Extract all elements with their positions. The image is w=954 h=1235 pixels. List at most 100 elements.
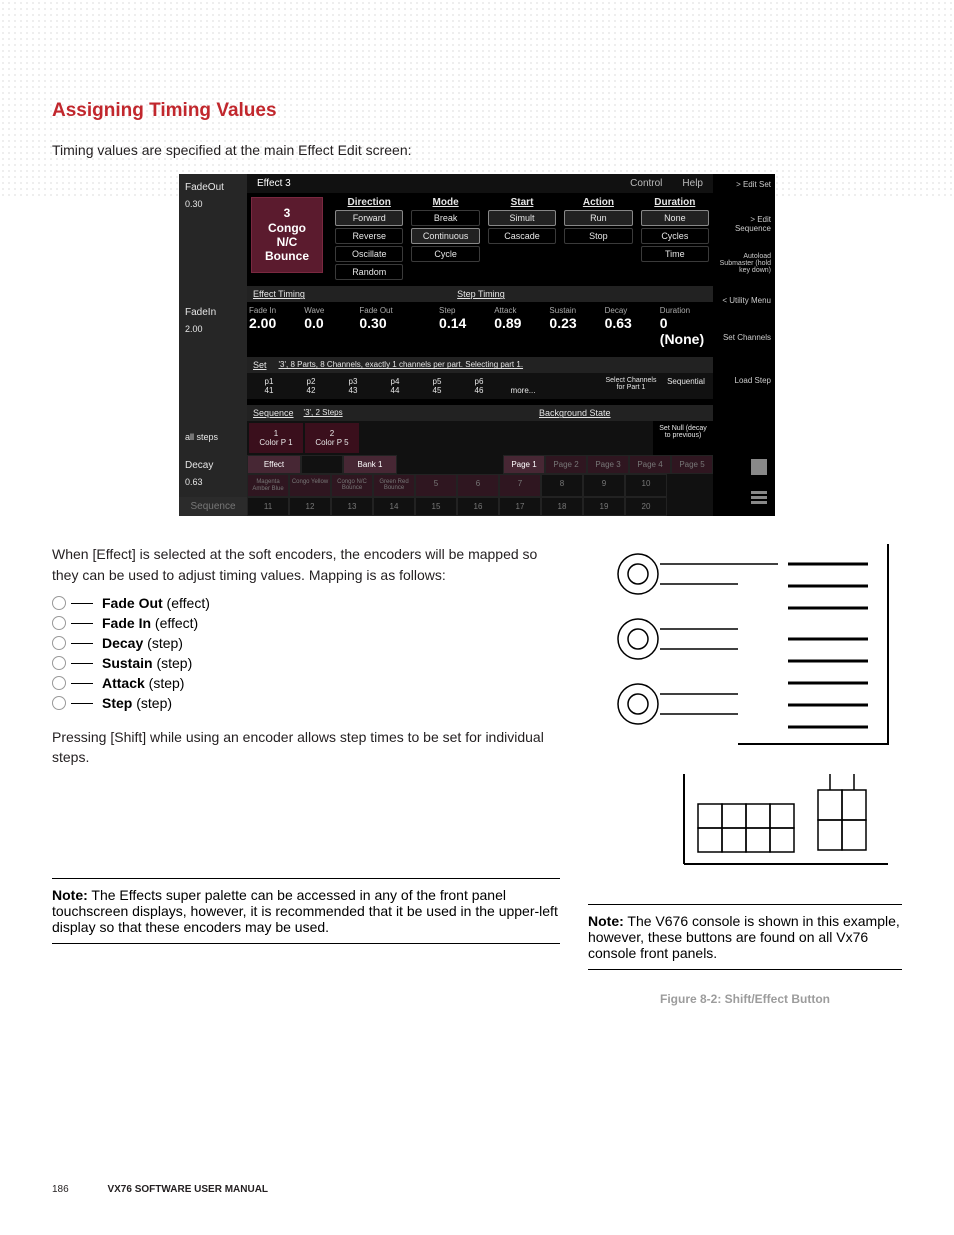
softkey-edit-sequence[interactable]: > Edit Sequence (717, 215, 771, 233)
step-timing-header: Step Timing (451, 286, 713, 302)
opt-cycles[interactable]: Cycles (641, 228, 709, 244)
part-1[interactable]: p141 (249, 375, 289, 397)
page-3[interactable]: Page 3 (587, 455, 629, 474)
menu-help[interactable]: Help (672, 174, 713, 193)
opt-cycle[interactable]: Cycle (411, 246, 479, 262)
note-text: The Effects super palette can be accesse… (52, 887, 558, 935)
bank-slot[interactable]: 15 (415, 497, 457, 516)
softkey-set-channels[interactable]: Set Channels (723, 333, 771, 342)
select-channels-button[interactable]: Select Channels for Part 1 (603, 375, 659, 397)
bank-slot[interactable]: Congo N/C Bounce (331, 474, 373, 497)
enc-scope: (step) (145, 675, 185, 691)
opt-simult[interactable]: Simult (488, 210, 556, 226)
page-4[interactable]: Page 4 (629, 455, 671, 474)
bank-effect[interactable]: Effect (247, 455, 301, 474)
bg-state-header: Background State (533, 405, 713, 421)
bank-slot[interactable]: Congo Yellow (289, 474, 331, 497)
val-num: 0.89 (494, 315, 545, 331)
bank-slot[interactable]: 13 (331, 497, 373, 516)
val-num: 2.00 (249, 315, 300, 331)
page-number: 186 (52, 1184, 69, 1195)
opt-forward[interactable]: Forward (335, 210, 403, 226)
val-num: 0.63 (605, 315, 656, 331)
note-left: Note: The Effects super palette can be a… (52, 878, 560, 944)
part-5[interactable]: p545 (417, 375, 457, 397)
val-label: Fade In (249, 306, 300, 315)
val-label: Duration (660, 306, 711, 315)
bank-slot[interactable]: 14 (373, 497, 415, 516)
sketch-svg (588, 544, 898, 884)
encoder-value: 0.63 (185, 477, 241, 487)
bank-slot[interactable]: 6 (457, 474, 499, 497)
control-row: 3 Congo N/C Bounce Direction Forward Rev… (247, 193, 713, 280)
softkey-strip: > Edit Set > Edit Sequence Autoload Subm… (713, 174, 775, 516)
knob-icon (52, 596, 66, 610)
part-more[interactable]: more... (501, 384, 545, 397)
opt-stop[interactable]: Stop (564, 228, 632, 244)
opt-time[interactable]: Time (641, 246, 709, 262)
softkey-load-step[interactable]: Load Step (735, 376, 771, 385)
bank-slot[interactable]: 11 (247, 497, 289, 516)
col-direction: Direction Forward Reverse Oscillate Rand… (335, 197, 403, 280)
page-2[interactable]: Page 2 (545, 455, 587, 474)
seq-step-1[interactable]: 1Color P 1 (249, 423, 303, 453)
bank-slot[interactable]: 18 (541, 497, 583, 516)
bank-row-2: 11 12 13 14 15 16 17 18 19 20 (247, 497, 713, 516)
list-item: Sustain (step) (52, 655, 560, 671)
part-2[interactable]: p242 (291, 375, 331, 397)
opt-reverse[interactable]: Reverse (335, 228, 403, 244)
bank-slot[interactable]: 19 (583, 497, 625, 516)
bank-slot[interactable]: Green Red Bounce (373, 474, 415, 497)
enc-name: Step (102, 695, 132, 711)
page-heading: Assigning Timing Values (52, 100, 902, 122)
softkey-autoload[interactable]: Autoload Submaster (hold key down) (717, 253, 771, 274)
col-duration: Duration None Cycles Time (641, 197, 709, 280)
effect-tabbar: Effect 3 Control Help (247, 174, 713, 193)
bank-slot[interactable]: 16 (457, 497, 499, 516)
sequence-steps: 1Color P 1 2Color P 5 (247, 421, 653, 455)
opt-cascade[interactable]: Cascade (488, 228, 556, 244)
col-header: Start (488, 197, 556, 208)
opt-run[interactable]: Run (564, 210, 632, 226)
page-1[interactable]: Page 1 (503, 455, 545, 474)
bank-slot[interactable]: 9 (583, 474, 625, 497)
seq-step-2[interactable]: 2Color P 5 (305, 423, 359, 453)
part-4[interactable]: p444 (375, 375, 415, 397)
opt-none[interactable]: None (641, 210, 709, 226)
bank-slot[interactable]: 12 (289, 497, 331, 516)
tab-effect3[interactable]: Effect 3 (247, 174, 301, 193)
opt-continuous[interactable]: Continuous (411, 228, 479, 244)
sequence-tag: Sequence (179, 497, 247, 516)
page-5[interactable]: Page 5 (671, 455, 713, 474)
sequential-button[interactable]: Sequential (661, 375, 711, 397)
bank-slot[interactable]: 8 (541, 474, 583, 497)
badge-line: N/C (252, 235, 322, 249)
bank-slot[interactable]: 7 (499, 474, 541, 497)
val-label: Fade Out (359, 306, 410, 315)
bank-slot[interactable]: 17 (499, 497, 541, 516)
shift-paragraph: Pressing [Shift] while using an encoder … (52, 727, 560, 768)
square-icon (751, 459, 767, 475)
bank-slot[interactable]: 20 (625, 497, 667, 516)
opt-random[interactable]: Random (335, 264, 403, 280)
list-item: Step (step) (52, 695, 560, 711)
encoder-label: all steps (185, 432, 241, 442)
softkey-utility-menu[interactable]: < Utility Menu (722, 296, 771, 305)
note-label: Note: (588, 913, 624, 929)
intro-paragraph: Timing values are specified at the main … (52, 140, 902, 160)
opt-break[interactable]: Break (411, 210, 479, 226)
menu-control[interactable]: Control (620, 174, 672, 193)
bank-slot[interactable]: 10 (625, 474, 667, 497)
seq-title: Sequence (253, 408, 294, 418)
softkey-edit-set[interactable]: > Edit Set (736, 180, 771, 189)
part-3[interactable]: p343 (333, 375, 373, 397)
bank-slot[interactable]: Magenta Amber Blue (247, 474, 289, 497)
set-title: Set (253, 360, 267, 370)
bank-slot[interactable]: 5 (415, 474, 457, 497)
enc-scope: (step) (153, 655, 193, 671)
footer-title: VX76 SOFTWARE USER MANUAL (107, 1184, 268, 1195)
bank-1[interactable]: Bank 1 (343, 455, 397, 474)
opt-oscillate[interactable]: Oscillate (335, 246, 403, 262)
part-6[interactable]: p646 (459, 375, 499, 397)
knob-icon (52, 616, 66, 630)
